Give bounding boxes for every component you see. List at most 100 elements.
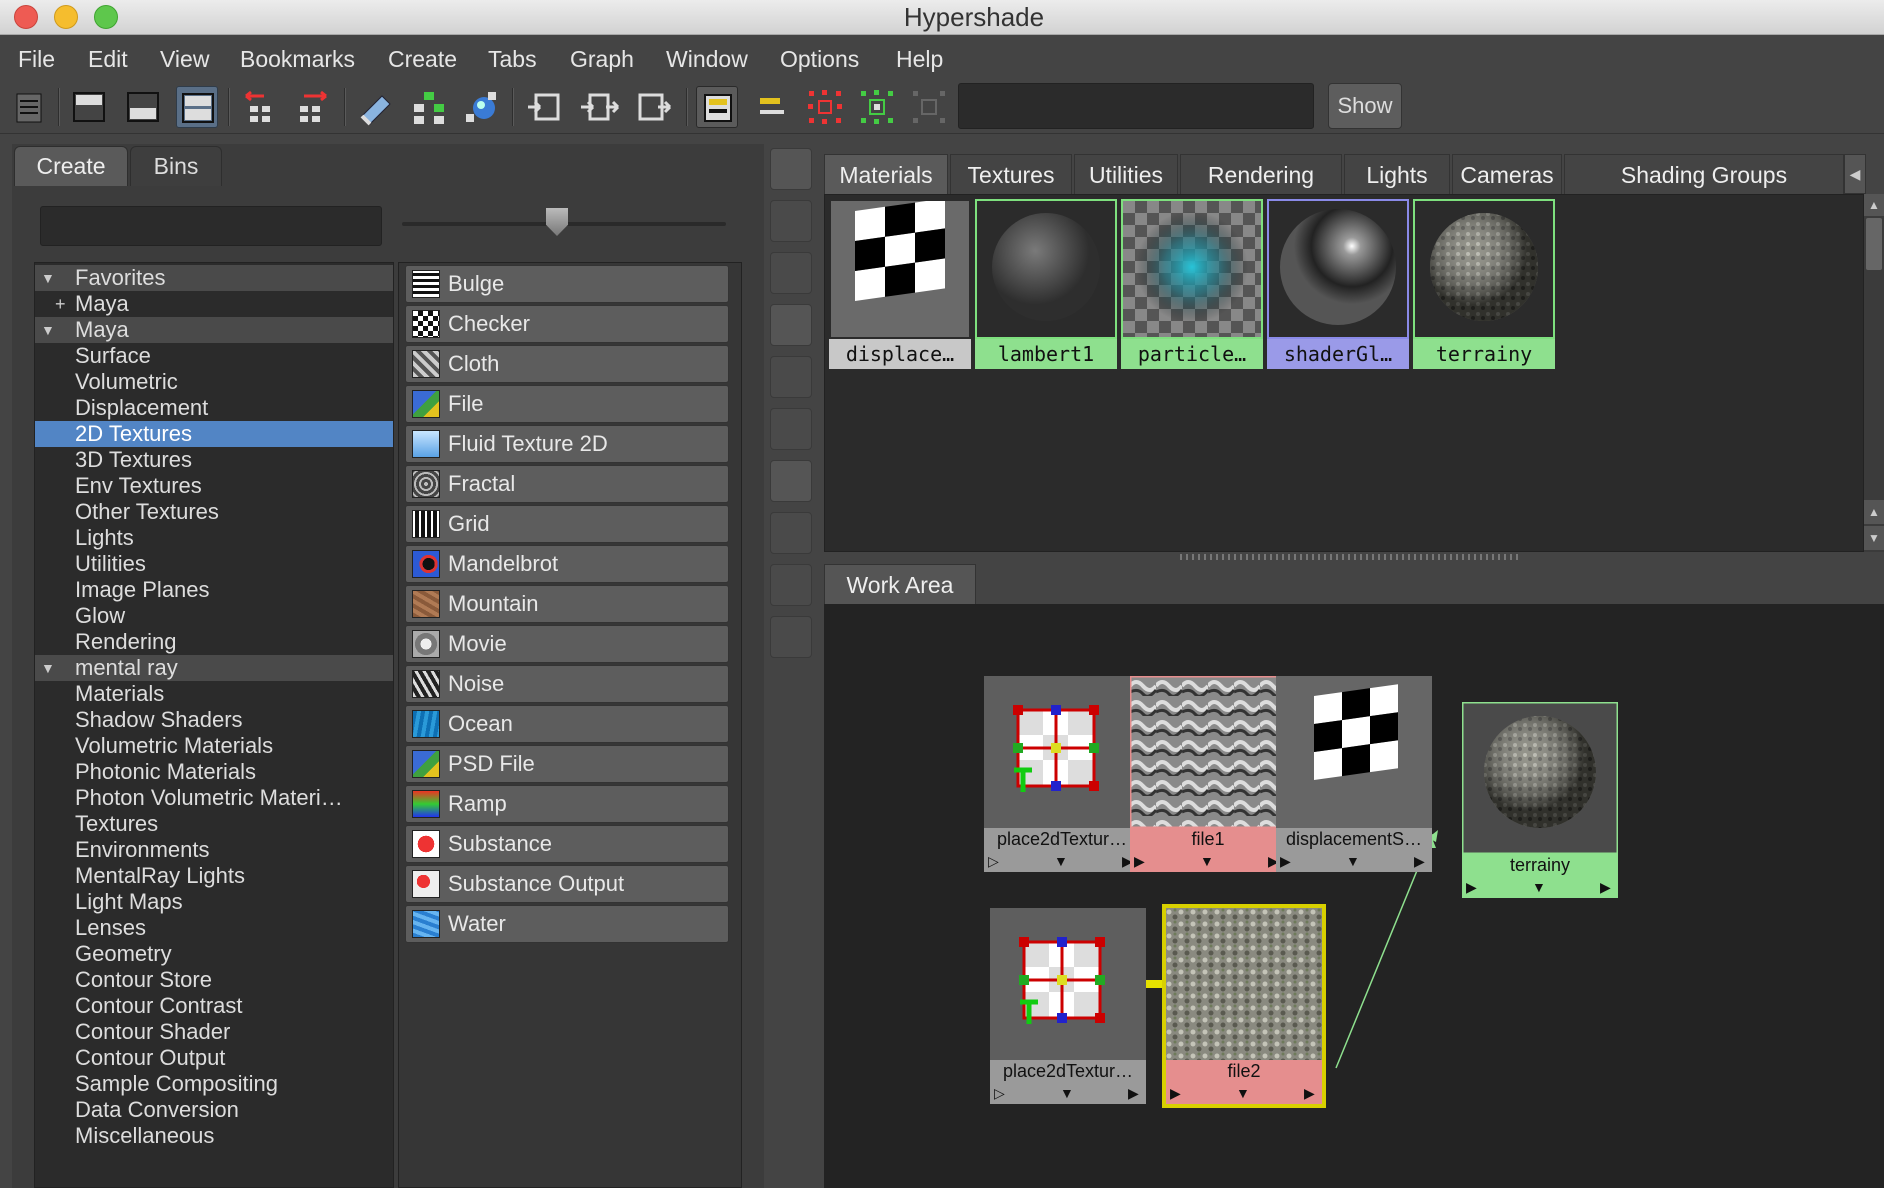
swatch-shadergl[interactable]: shaderGl… — [1267, 199, 1409, 369]
node-menu-icon[interactable]: ▼ — [1200, 850, 1214, 872]
small-swatch-icon[interactable] — [770, 252, 812, 294]
tab-work-area[interactable]: Work Area — [824, 564, 976, 606]
graph-node-place2d-1[interactable]: place2dTextur… ▷ ▼ ▶ — [984, 676, 1140, 872]
input-port-icon[interactable]: ▷ — [988, 850, 999, 872]
output-connections-icon[interactable] — [632, 86, 674, 128]
tab-materials[interactable]: Materials — [824, 154, 948, 194]
tree-item-sample-compositing[interactable]: Sample Compositing — [35, 1071, 393, 1097]
menu-window[interactable]: Window — [666, 46, 748, 73]
tree-item-2d-textures[interactable]: 2D Textures — [35, 421, 393, 447]
create-ocean-button[interactable]: Ocean — [405, 705, 729, 743]
tree-item-glow[interactable]: Glow — [35, 603, 393, 629]
create-ramp-button[interactable]: Ramp — [405, 785, 729, 823]
large-swatch-icon[interactable] — [770, 356, 812, 398]
rearrange-icon[interactable] — [408, 86, 450, 128]
input-port-icon[interactable]: ▶ — [1466, 876, 1477, 898]
menu-create[interactable]: Create — [388, 46, 457, 73]
top-tabs-icon[interactable] — [68, 86, 110, 128]
create-fluid-texture-2d-button[interactable]: Fluid Texture 2D — [405, 425, 729, 463]
graph-node-file1[interactable]: file1 ▶ ▼ ▶ — [1128, 674, 1288, 872]
input-connections-icon[interactable] — [524, 86, 566, 128]
hide-icon[interactable] — [908, 86, 950, 128]
menu-graph[interactable]: Graph — [570, 46, 634, 73]
list-view-icon[interactable] — [770, 200, 812, 242]
create-noise-button[interactable]: Noise — [405, 665, 729, 703]
node-menu-icon[interactable]: ▼ — [1060, 1082, 1074, 1104]
collapse-icon[interactable]: ▼ — [41, 265, 55, 291]
tree-item-textures[interactable]: Textures — [35, 811, 393, 837]
create-substance-output-button[interactable]: Substance Output — [405, 865, 729, 903]
filter-field[interactable] — [958, 83, 1314, 129]
tab-utilities[interactable]: Utilities — [1074, 154, 1178, 194]
tree-item-other-textures[interactable]: Other Textures — [35, 499, 393, 525]
clear-graph-icon[interactable] — [354, 86, 396, 128]
tree-item-data-conversion[interactable]: Data Conversion — [35, 1097, 393, 1123]
tree-item-contour-shader[interactable]: Contour Shader — [35, 1019, 393, 1045]
menu-bookmarks[interactable]: Bookmarks — [240, 46, 355, 73]
tree-item-maya[interactable]: ▼ Maya — [35, 317, 393, 343]
scroll-up-small-icon[interactable]: ▲ — [1864, 500, 1884, 524]
tab-shading-groups[interactable]: Shading Groups — [1564, 154, 1844, 194]
create-search-field[interactable] — [40, 206, 382, 246]
scroll-up-icon[interactable]: ▲ — [1864, 194, 1884, 216]
create-substance-button[interactable]: Substance — [405, 825, 729, 863]
tree-item-environments[interactable]: Environments — [35, 837, 393, 863]
tree-item-maya[interactable]: + Maya — [35, 291, 393, 317]
node-menu-icon[interactable]: ▼ — [1054, 850, 1068, 872]
scroll-down-icon[interactable]: ▼ — [1864, 526, 1884, 550]
node-menu-icon[interactable]: ▼ — [1532, 876, 1546, 898]
graph-node-displacement[interactable]: displacementS… ▶ ▼ ▶ — [1276, 676, 1432, 872]
io-connections-icon[interactable] — [578, 86, 620, 128]
tree-item-volumetric[interactable]: Volumetric — [35, 369, 393, 395]
show-button[interactable]: Show — [1328, 83, 1402, 129]
swatch-displace[interactable]: displace… — [829, 198, 971, 369]
tab-rendering[interactable]: Rendering — [1180, 154, 1342, 194]
input-port-icon[interactable]: ▷ — [994, 1082, 1005, 1104]
tree-item-image-planes[interactable]: Image Planes — [35, 577, 393, 603]
node-menu-icon[interactable]: ▼ — [1236, 1082, 1250, 1104]
node-menu-icon[interactable]: ▼ — [1346, 850, 1360, 872]
tree-item-geometry[interactable]: Geometry — [35, 941, 393, 967]
tree-item-lenses[interactable]: Lenses — [35, 915, 393, 941]
tree-item-volumetric-materials[interactable]: Volumetric Materials — [35, 733, 393, 759]
tab-textures[interactable]: Textures — [950, 154, 1072, 194]
tree-item-surface[interactable]: Surface — [35, 343, 393, 369]
scroll-thumb[interactable] — [1866, 218, 1882, 270]
xlarge-swatch-icon[interactable] — [770, 408, 812, 450]
output-port-icon[interactable]: ▶ — [1304, 1082, 1315, 1104]
swatch-scrollbar[interactable]: ▲ ▲ ▼ — [1864, 194, 1884, 552]
swatch-lambert1[interactable]: lambert1 — [975, 199, 1117, 369]
tab-scroll-left-icon[interactable]: ◀ — [1844, 154, 1866, 194]
tree-item-env-textures[interactable]: Env Textures — [35, 473, 393, 499]
work-area-graph[interactable]: place2dTextur… ▷ ▼ ▶ file1 ▶ ▼ ▶ displacementS… ▶… — [824, 604, 1884, 1188]
tree-item-contour-contrast[interactable]: Contour Contrast — [35, 993, 393, 1019]
tree-item-mentalray-lights[interactable]: MentalRay Lights — [35, 863, 393, 889]
tree-item-photon-volumetric-materi[interactable]: Photon Volumetric Materi… — [35, 785, 393, 811]
tree-item-favorites[interactable]: ▼ Favorites — [35, 265, 393, 291]
tab-lights[interactable]: Lights — [1344, 154, 1450, 194]
outliner-icon[interactable] — [8, 86, 50, 128]
collapse-icon[interactable]: ▼ — [41, 655, 55, 681]
both-tabs-icon[interactable] — [176, 86, 218, 128]
input-port-icon[interactable]: ▶ — [1170, 1082, 1181, 1104]
graph-left-icon[interactable] — [240, 86, 282, 128]
menu-help[interactable]: Help — [896, 46, 943, 73]
tree-item-materials[interactable]: Materials — [35, 681, 393, 707]
tree-item-mental-ray[interactable]: ▼ mental ray — [35, 655, 393, 681]
tree-item-contour-output[interactable]: Contour Output — [35, 1045, 393, 1071]
output-port-icon[interactable]: ▶ — [1128, 1082, 1139, 1104]
create-grid-button[interactable]: Grid — [405, 505, 729, 543]
pane-splitter[interactable] — [1180, 554, 1520, 560]
tree-item-3d-textures[interactable]: 3D Textures — [35, 447, 393, 473]
graph-materials-icon[interactable] — [460, 86, 502, 128]
create-fractal-button[interactable]: Fractal — [405, 465, 729, 503]
tree-item-photonic-materials[interactable]: Photonic Materials — [35, 759, 393, 785]
slider-handle[interactable] — [546, 208, 568, 236]
tab-create[interactable]: Create — [14, 146, 128, 186]
sort-by-name-icon[interactable] — [770, 460, 812, 502]
create-bulge-button[interactable]: Bulge — [405, 265, 729, 303]
graph-node-file2[interactable]: file2 ▶ ▼ ▶ — [1162, 904, 1326, 1108]
menu-edit[interactable]: Edit — [88, 46, 128, 73]
create-mandelbrot-button[interactable]: Mandelbrot — [405, 545, 729, 583]
tree-item-utilities[interactable]: Utilities — [35, 551, 393, 577]
